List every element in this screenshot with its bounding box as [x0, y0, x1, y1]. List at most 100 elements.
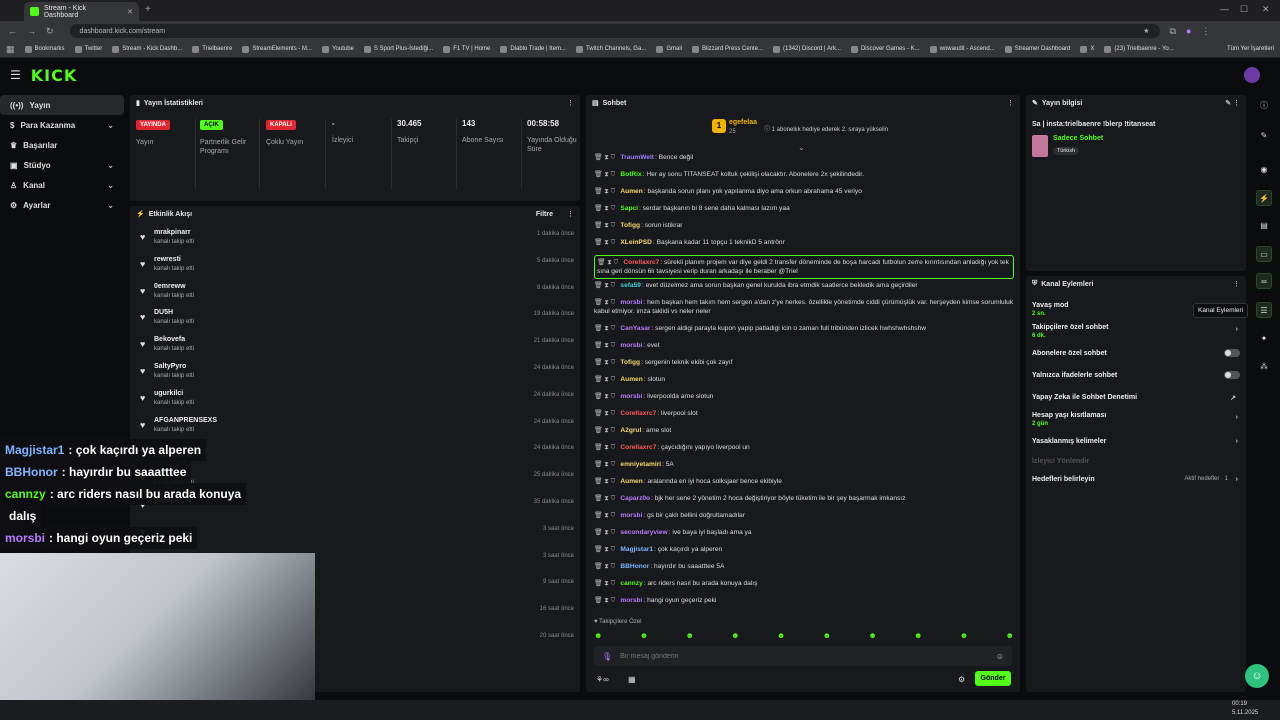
more-options-icon[interactable]: ⋮	[567, 210, 574, 218]
bookmark-item[interactable]: (1342) Discord | Ark...	[773, 45, 841, 53]
user-avatar[interactable]	[1244, 67, 1260, 83]
mod-actions-icon[interactable]: 🗑 ⧗ ⛉	[594, 478, 615, 485]
chat-message[interactable]: 🗑 ⧗ ⛉ Caparz0o: bjk her sene 2 yönetim 2 …	[594, 494, 1014, 503]
chat-settings-icon[interactable]: ⚙	[958, 675, 965, 684]
bookmark-item[interactable]: StreamElements - M...	[242, 45, 312, 53]
activity-username[interactable]: DU5H	[154, 309, 173, 316]
chat-message[interactable]: 🗑 ⧗ ⛉ Aumen: aralarında en iyi hoca solks…	[594, 477, 1014, 486]
calendar-icon[interactable]: ▦	[628, 675, 636, 684]
activity-username[interactable]: ugurkilci	[154, 390, 183, 397]
mod-actions-icon[interactable]: 🗑 ⧗ ⛉	[594, 461, 615, 468]
sidebar-item-ayarlar[interactable]: ⚙ Ayarlar ⌄	[0, 195, 124, 215]
chat-message[interactable]: 🗑 ⧗ ⛉ morsbi: hangi oyun geçeriz peki	[594, 596, 1014, 605]
bookmark-item[interactable]: wowaudit - Ascend...	[929, 45, 995, 53]
activity-username[interactable]: 0emreww	[154, 283, 186, 290]
chat-message[interactable]: 🗑 ⧗ ⛉ morsbi: liverpoolda arne slotun	[594, 392, 1014, 401]
mod-actions-icon[interactable]: 🗑 ⧗ ⛉	[594, 563, 615, 570]
chat-message[interactable]: 🗑 ⧗ ⛉ Corellaxrc7: sürekli planım projem …	[594, 255, 1014, 279]
activity-username[interactable]: mrakpinarr	[154, 229, 191, 236]
chat-username[interactable]: BBHonor	[620, 563, 649, 570]
mod-actions-icon[interactable]: 🗑 ⧗ ⛉	[594, 512, 615, 519]
more-options-icon[interactable]: ⋮	[1007, 99, 1014, 107]
forward-icon[interactable]: →	[27, 26, 36, 36]
kick-logo[interactable]: KICK	[31, 66, 78, 85]
chat-username[interactable]: Sapci	[620, 205, 638, 212]
chat-username[interactable]: Corellaxrc7	[623, 259, 659, 266]
activity-username[interactable]: SaltyPyro	[154, 363, 186, 370]
mod-actions-icon[interactable]: 🗑 ⧗ ⛉	[594, 427, 615, 434]
extensions-icon[interactable]: ⧉	[1170, 26, 1176, 37]
chat-message[interactable]: 🗑 ⧗ ⛉ Magjistar1: çok kaçırdı ya alperen	[594, 545, 1014, 554]
bookmark-item[interactable]: Bookmarks	[24, 45, 65, 53]
chat-message[interactable]: 🗑 ⧗ ⛉ Aumen: başkanda sorun planı yok yap…	[594, 187, 1014, 196]
browser-menu-icon[interactable]: ⋮	[1201, 26, 1210, 37]
bookmark-item[interactable]: Diablo Trade | Item...	[500, 45, 566, 53]
lightning-rail-icon[interactable]: ⚡	[1256, 190, 1272, 206]
bookmark-item[interactable]: Gmail	[656, 45, 682, 53]
followers-only-row[interactable]: Takipçilere özel sohbet 6 dk. ›	[1032, 324, 1240, 339]
chat-message[interactable]: 🗑 ⧗ ⛉ morsbi: gs bir çaklı bellini doğrul…	[594, 511, 1014, 520]
mod-actions-icon[interactable]: 🗑 ⧗ ⛉	[594, 325, 615, 332]
chat-username[interactable]: morsbi	[620, 342, 642, 349]
url-field[interactable]: dashboard.kick.com/stream ★	[69, 24, 1160, 38]
maximize-icon[interactable]: ☐	[1240, 4, 1248, 15]
chat-message[interactable]: 🗑 ⧗ ⛉ Sapci: serdar başkanın bi 8 sene da…	[594, 204, 1014, 213]
chat-username[interactable]: Aumen	[620, 188, 642, 195]
emoji-icon[interactable]: ☺	[996, 652, 1004, 661]
minimize-icon[interactable]: —	[1220, 4, 1229, 14]
chat-message[interactable]: 🗑 ⧗ ⛉ cannzy: arc riders nasıl bu arada k…	[594, 579, 1014, 588]
chat-username[interactable]: Tofigg	[620, 222, 640, 229]
chat-message[interactable]: 🗑 ⧗ ⛉ Tofigg: sergenin teknik ekibi çok z…	[594, 358, 1014, 367]
chat-username[interactable]: Corellaxrc7	[620, 410, 656, 417]
mod-actions-icon[interactable]: 🗑 ⧗ ⛉	[594, 188, 615, 195]
chat-username[interactable]: Tofigg	[620, 359, 640, 366]
chat-rail-icon[interactable]: ▭	[1256, 246, 1272, 262]
chat-message[interactable]: 🗑 ⧗ ⛉ Aumen: slotun	[594, 375, 1014, 384]
reload-icon[interactable]: ↻	[46, 26, 54, 37]
chat-username[interactable]: Aumen	[620, 376, 642, 383]
chat-message[interactable]: 🗑 ⧗ ⛉ TraumWelt: Bence değil	[594, 153, 1014, 162]
bookmark-item[interactable]: Streamer Dashboard	[1004, 45, 1070, 53]
mod-actions-icon[interactable]: 🗑 ⧗ ⛉	[594, 299, 615, 306]
chat-message[interactable]: 🗑 ⧗ ⛉ BBHonor: hayırdır bu saaatttee 5A	[594, 562, 1014, 571]
mod-actions-icon[interactable]: 🗑 ⧗ ⛉	[594, 239, 615, 246]
sidebar-item-basarilar[interactable]: ♛ Başarılar	[0, 135, 124, 155]
account-age-row[interactable]: Hesap yaşı kısıtlaması 2 gün ›	[1032, 412, 1240, 427]
emote-bar[interactable]: ☻ ☻ ☻ ☻ ☻ ☻ ☻ ☻ ☻ ☻	[594, 631, 1014, 641]
bookmark-item[interactable]: (23) Trielbaenre - Yo...	[1104, 45, 1174, 53]
chat-message[interactable]: 🗑 ⧗ ⛉ XLeinPSD: Başkana kadar 11 topçu 1 …	[594, 238, 1014, 247]
chat-username[interactable]: BotRix	[620, 171, 641, 178]
bookmark-item[interactable]: Discover Games - K...	[850, 45, 920, 53]
bookmark-item[interactable]: Trielbaenre	[192, 45, 232, 53]
chat-message[interactable]: 🗑 ⧗ ⛉ A2grul: arne slot	[594, 426, 1014, 435]
channel-actions-rail-icon[interactable]: ☰	[1256, 302, 1272, 318]
ai-moderation-row[interactable]: Yapay Zeka ile Sohbet Denetimi ↗	[1032, 394, 1240, 402]
document-icon[interactable]: ▤	[1256, 217, 1272, 233]
activity-username[interactable]: AFGANPRENSEXS	[154, 417, 217, 424]
activity-username[interactable]: Bekovefa	[154, 336, 185, 343]
chat-message[interactable]: 🗑 ⧗ ⛉ emniyetamiri: 5A	[594, 460, 1014, 469]
mod-actions-icon[interactable]: 🗑 ⧗ ⛉	[594, 376, 615, 383]
chat-username[interactable]: morsbi	[620, 597, 642, 604]
subscribers-only-toggle[interactable]	[1224, 349, 1240, 357]
mod-actions-icon[interactable]: 🗑 ⧗ ⛉	[594, 444, 615, 451]
bookmark-item[interactable]: Stream - Kick Dashb...	[112, 45, 182, 53]
chat-message[interactable]: 🗑 ⧗ ⛉ secondaryview: ive baya iyi başladı…	[594, 528, 1014, 537]
message-input-field[interactable]	[620, 652, 988, 660]
star-icon[interactable]: ★	[1143, 27, 1149, 35]
chat-message[interactable]: 🗑 ⧗ ⛉ sefa59: evet düzelmez ama sorun baş…	[594, 281, 1014, 290]
mod-tools-icon[interactable]: ⚘∞	[596, 675, 609, 684]
send-button[interactable]: Gönder	[975, 671, 1011, 686]
edit-icon[interactable]: ✎ ⋮	[1225, 99, 1240, 107]
chat-username[interactable]: Corellaxrc7	[620, 444, 656, 451]
emote-only-toggle[interactable]	[1224, 371, 1240, 379]
widgets-icon[interactable]: ⁂	[1256, 358, 1272, 374]
chat-username[interactable]: morsbi	[620, 512, 642, 519]
camera-icon[interactable]: ◉	[1256, 161, 1272, 177]
chat-username[interactable]: sefa59	[620, 282, 641, 289]
bookmark-item[interactable]: S Sport Plus-İstediği...	[363, 45, 433, 53]
chat-username[interactable]: cannzy	[620, 580, 642, 587]
chat-username[interactable]: Magjistar1	[620, 546, 653, 553]
chat-username[interactable]: XLeinPSD	[620, 239, 652, 246]
mod-actions-icon[interactable]: 🗑 ⧗ ⛉	[594, 529, 615, 536]
